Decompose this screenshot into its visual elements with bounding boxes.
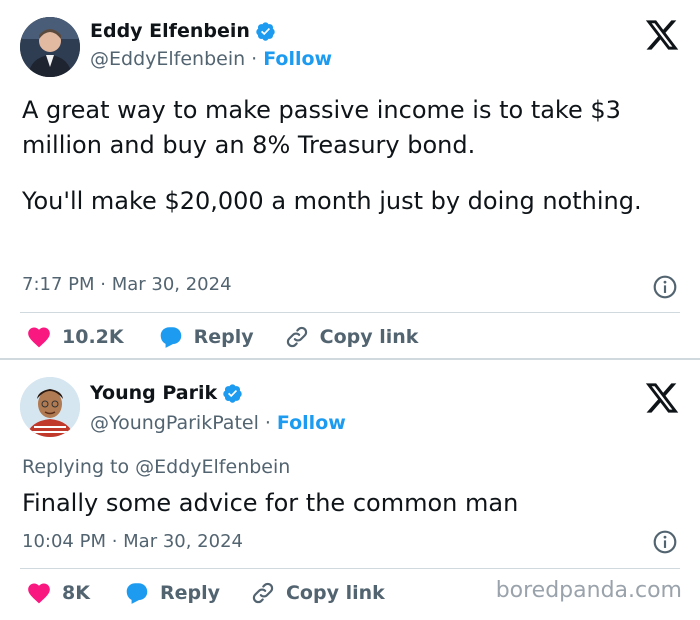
tweet-card: Young Parik @YoungParikPatel · Follow Re… <box>0 360 700 620</box>
watermark: boredpanda.com <box>495 578 682 603</box>
tweet-card: Eddy Elfenbein @EddyElfenbein · Follow A… <box>0 0 700 358</box>
author-handle[interactable]: @EddyElfenbein <box>90 48 245 70</box>
link-icon <box>252 582 274 604</box>
divider <box>20 568 680 569</box>
copy-link-button[interactable]: Copy link <box>284 324 419 350</box>
handle-row: @EddyElfenbein · Follow <box>90 48 332 70</box>
verified-badge-icon <box>256 21 275 41</box>
action-bar: 10.2K Reply Copy link <box>26 324 418 350</box>
tweet-text-paragraph: A great way to make passive income is to… <box>22 96 621 159</box>
author-name[interactable]: Young Parik <box>90 382 217 404</box>
replying-to-label[interactable]: Replying to @EddyElfenbein <box>22 456 290 478</box>
reply-bubble-icon <box>126 583 148 604</box>
avatar[interactable] <box>20 377 80 437</box>
info-icon[interactable] <box>652 529 678 555</box>
separator-dot: · <box>251 48 258 70</box>
follow-button[interactable]: Follow <box>277 412 346 434</box>
copy-link-button[interactable]: Copy link <box>250 580 385 606</box>
like-count: 8K <box>62 582 90 604</box>
reply-button[interactable]: Reply <box>124 580 220 606</box>
tweet-text-paragraph: You'll make $20,000 a month just by doin… <box>22 187 642 215</box>
heart-icon <box>28 327 50 348</box>
info-icon[interactable] <box>652 274 678 300</box>
author-name[interactable]: Eddy Elfenbein <box>90 20 250 42</box>
tweet-timestamp[interactable]: 10:04 PM · Mar 30, 2024 <box>22 531 243 552</box>
copy-link-label: Copy link <box>285 582 385 604</box>
reply-bubble-icon <box>160 327 181 348</box>
like-button[interactable]: 8K <box>26 580 90 606</box>
author-row: Eddy Elfenbein <box>90 20 276 42</box>
avatar[interactable] <box>20 17 80 77</box>
tweet-timestamp[interactable]: 7:17 PM · Mar 30, 2024 <box>22 274 232 295</box>
x-logo-icon[interactable] <box>644 380 680 416</box>
copy-link-label: Copy link <box>319 326 419 348</box>
tweet-text-paragraph: Finally some advice for the common man <box>22 489 519 517</box>
separator-dot: · <box>264 412 271 434</box>
like-count: 10.2K <box>62 326 124 348</box>
verified-badge-icon <box>223 383 242 403</box>
like-button[interactable]: 10.2K <box>26 324 124 350</box>
link-icon <box>286 326 307 348</box>
heart-icon <box>28 583 50 604</box>
author-handle[interactable]: @YoungParikPatel <box>90 412 259 434</box>
divider <box>20 312 680 313</box>
x-logo-icon[interactable] <box>644 17 680 53</box>
reply-button[interactable]: Reply <box>158 324 254 350</box>
handle-row: @YoungParikPatel · Follow <box>90 412 346 434</box>
follow-button[interactable]: Follow <box>263 48 332 70</box>
reply-label: Reply <box>159 582 220 604</box>
action-bar: 8K Reply Copy link <box>26 580 385 606</box>
reply-label: Reply <box>193 326 254 348</box>
author-row: Young Parik <box>90 382 243 404</box>
